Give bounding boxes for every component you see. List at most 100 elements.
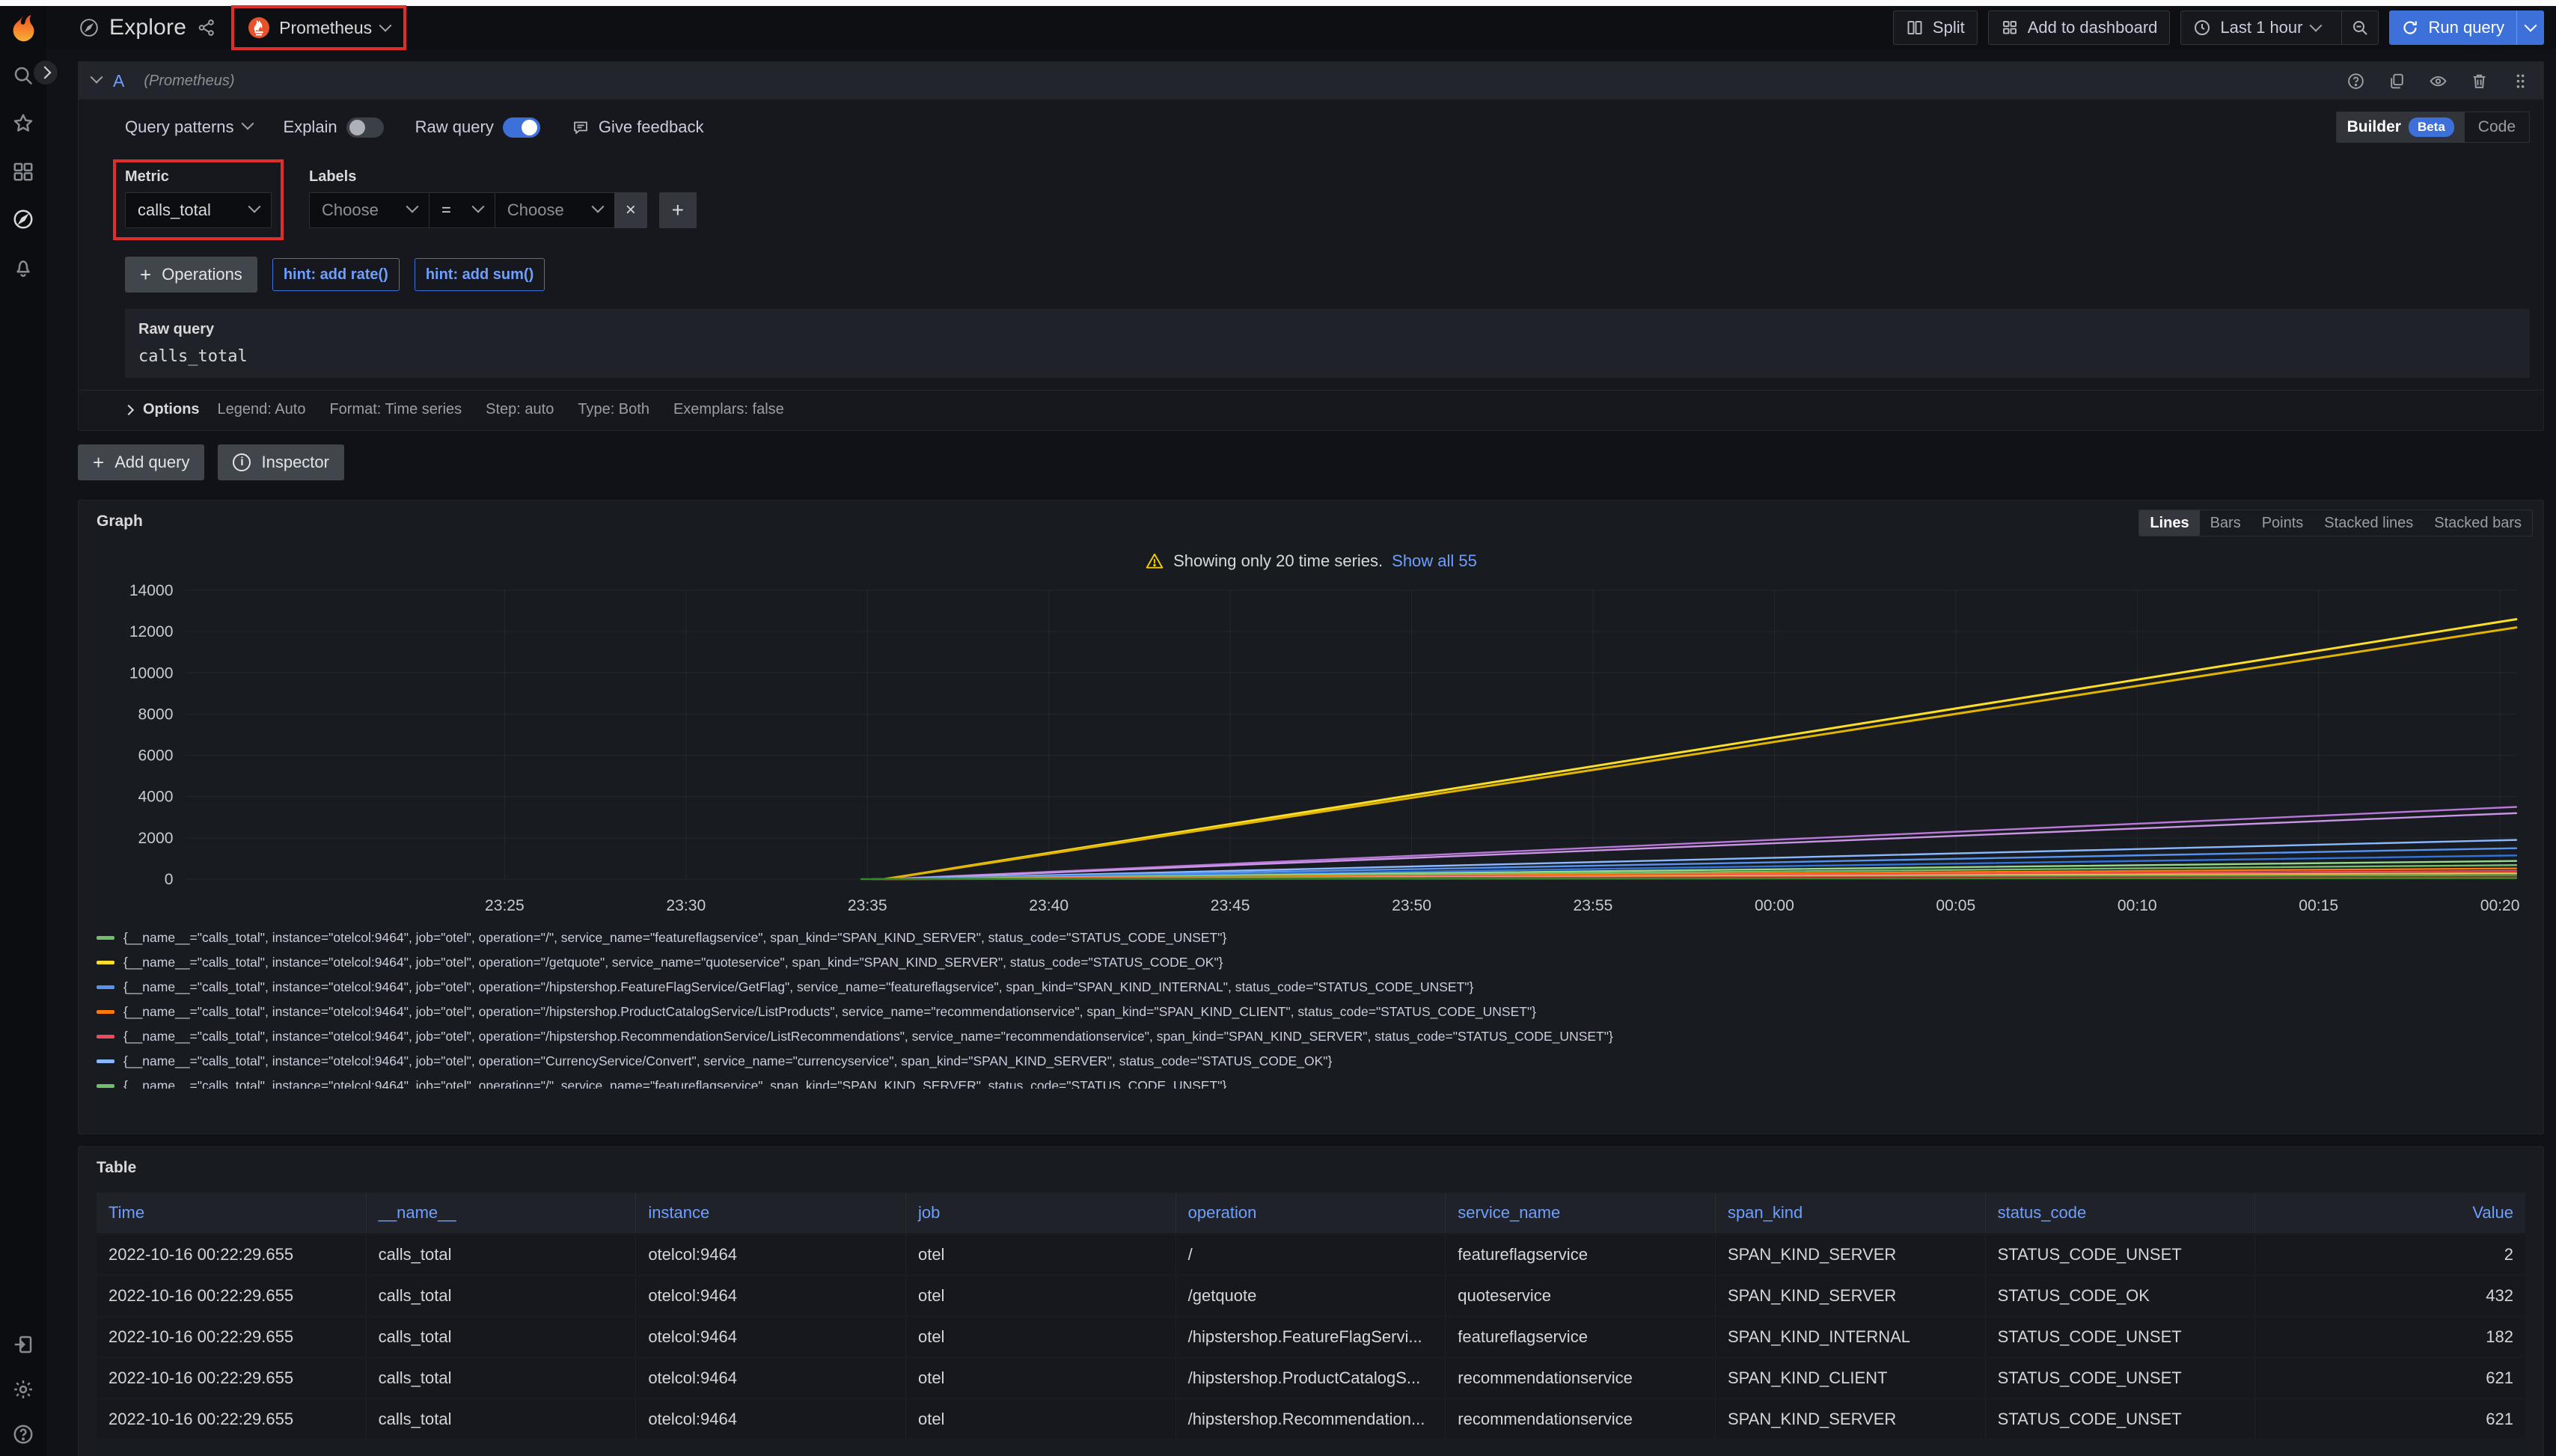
x-axis-tick: 00:00 bbox=[1755, 897, 1794, 914]
legend-item[interactable]: {__name__="calls_total", instance="otelc… bbox=[97, 1024, 2525, 1049]
sign-in-icon[interactable] bbox=[12, 1333, 34, 1356]
table-row: 2022-10-16 00:22:29.655calls_totalotelco… bbox=[97, 1359, 2525, 1398]
add-to-dashboard-button[interactable]: Add to dashboard bbox=[1988, 10, 2171, 45]
duplicate-query-icon[interactable] bbox=[2388, 72, 2406, 91]
metric-label: Metric bbox=[125, 168, 272, 186]
option-type: Type: Both bbox=[578, 401, 649, 418]
run-query-label: Run query bbox=[2428, 18, 2504, 37]
legend-item[interactable]: {__name__="calls_total", instance="otelc… bbox=[97, 926, 2525, 950]
table-header-instance[interactable]: instance bbox=[636, 1193, 906, 1233]
legend-series-label: {__name__="calls_total", instance="otelc… bbox=[123, 979, 1473, 995]
raw-query-toggle[interactable] bbox=[503, 117, 540, 138]
graph-mode-stacked-lines[interactable]: Stacked lines bbox=[2314, 510, 2424, 536]
graph-mode-points[interactable]: Points bbox=[2251, 510, 2314, 536]
share-icon[interactable] bbox=[197, 18, 216, 37]
metric-value: calls_total bbox=[138, 201, 211, 220]
table-header-value[interactable]: Value bbox=[2255, 1193, 2525, 1233]
datasource-picker[interactable]: Prometheus bbox=[242, 13, 396, 42]
legend-item[interactable]: {__name__="calls_total", instance="otelc… bbox=[97, 1049, 2525, 1074]
time-range-picker[interactable]: Last 1 hour bbox=[2181, 11, 2332, 44]
table-cell: 2 bbox=[2255, 1235, 2525, 1274]
table-cell: otel bbox=[906, 1318, 1176, 1356]
query-options-row[interactable]: Options Legend: Auto Format: Time series… bbox=[79, 390, 2543, 430]
table-header-name[interactable]: __name__ bbox=[367, 1193, 637, 1233]
chevron-down-icon bbox=[241, 117, 254, 130]
explore-nav-icon[interactable] bbox=[12, 208, 34, 230]
legend-series-color bbox=[97, 1035, 114, 1039]
legend-item[interactable]: {__name__="calls_total", instance="otelc… bbox=[97, 1000, 2525, 1024]
explore-toolbar: Explore Prometheus Split bbox=[46, 6, 2556, 49]
x-axis-tick: 00:05 bbox=[1936, 897, 1975, 914]
hint-add-sum-button[interactable]: hint: add sum() bbox=[415, 258, 545, 291]
table-header-spankind[interactable]: span_kind bbox=[1716, 1193, 1986, 1233]
table-cell: calls_total bbox=[367, 1400, 637, 1439]
graph-mode-lines[interactable]: Lines bbox=[2139, 510, 2199, 536]
legend-item[interactable]: {__name__="calls_total", instance="otelc… bbox=[97, 950, 2525, 975]
zoom-out-time-button[interactable] bbox=[2341, 11, 2378, 44]
label-value-placeholder: Choose bbox=[507, 201, 564, 220]
explore-compass-icon bbox=[79, 18, 99, 37]
starred-icon[interactable] bbox=[12, 112, 34, 135]
prometheus-icon bbox=[248, 16, 270, 39]
remove-query-trash-icon[interactable] bbox=[2470, 72, 2489, 91]
time-range-group: Last 1 hour bbox=[2180, 10, 2379, 45]
sidebar-expand-button[interactable] bbox=[33, 60, 58, 85]
run-query-dropdown[interactable] bbox=[2516, 10, 2544, 45]
grafana-logo-icon[interactable] bbox=[7, 13, 39, 45]
legend-series-label: {__name__="calls_total", instance="otelc… bbox=[123, 1004, 1536, 1020]
warning-triangle-icon bbox=[1145, 551, 1164, 571]
y-axis-tick: 0 bbox=[165, 871, 174, 888]
legend-series-color bbox=[97, 1059, 114, 1063]
raw-query-value: calls_total bbox=[138, 347, 2516, 366]
time-range-label: Last 1 hour bbox=[2220, 18, 2302, 37]
code-mode-tab[interactable]: Code bbox=[2465, 112, 2529, 142]
table-cell: otel bbox=[906, 1276, 1176, 1315]
collapse-chevron-icon[interactable] bbox=[91, 71, 103, 84]
table-header-job[interactable]: job bbox=[906, 1193, 1176, 1233]
explain-toggle[interactable] bbox=[346, 117, 384, 138]
x-axis-tick: 00:10 bbox=[2118, 897, 2157, 914]
query-row-header[interactable]: A (Prometheus) bbox=[79, 62, 2543, 100]
add-label-filter-button[interactable]: + bbox=[659, 192, 697, 228]
table-row: 2022-10-16 00:22:29.655calls_totalotelco… bbox=[97, 1318, 2525, 1356]
legend-item[interactable]: {__name__="calls_total", instance="otelc… bbox=[97, 975, 2525, 1000]
run-query-button[interactable]: Run query bbox=[2389, 10, 2516, 45]
inspector-label: Inspector bbox=[261, 453, 329, 472]
y-axis-tick: 8000 bbox=[138, 706, 174, 723]
add-query-button[interactable]: + Add query bbox=[78, 444, 204, 480]
help-icon[interactable] bbox=[12, 1423, 34, 1446]
info-circle-icon: i bbox=[233, 453, 251, 471]
hide-response-eye-icon[interactable] bbox=[2429, 72, 2448, 91]
remove-label-filter-button[interactable]: × bbox=[614, 192, 647, 228]
time-series-chart[interactable]: 0200040006000800010000120001400023:2523:… bbox=[97, 581, 2525, 920]
search-icon[interactable] bbox=[12, 64, 34, 87]
drag-handle-icon[interactable] bbox=[2511, 72, 2530, 91]
table-header-statuscode[interactable]: status_code bbox=[1986, 1193, 2256, 1233]
x-axis-tick: 23:35 bbox=[848, 897, 887, 914]
operations-button[interactable]: + Operations bbox=[125, 257, 257, 293]
table-header-time[interactable]: Time bbox=[97, 1193, 367, 1233]
give-feedback-link[interactable]: Give feedback bbox=[572, 117, 704, 137]
builder-mode-tab[interactable]: Builder Beta bbox=[2337, 112, 2465, 142]
table-cell: SPAN_KIND_SERVER bbox=[1716, 1235, 1986, 1274]
dashboards-icon[interactable] bbox=[12, 160, 34, 183]
inspector-button[interactable]: i Inspector bbox=[218, 444, 344, 480]
graph-mode-bars[interactable]: Bars bbox=[2200, 510, 2251, 536]
label-operator-select[interactable]: = bbox=[429, 192, 495, 228]
metric-select[interactable]: calls_total bbox=[125, 192, 272, 228]
show-all-series-link[interactable]: Show all 55 bbox=[1392, 551, 1477, 571]
graph-mode-stacked-bars[interactable]: Stacked bars bbox=[2424, 510, 2532, 536]
table-header-servicename[interactable]: service_name bbox=[1446, 1193, 1716, 1233]
label-key-select[interactable]: Choose bbox=[309, 192, 429, 228]
query-patterns-dropdown[interactable]: Query patterns bbox=[125, 117, 252, 137]
hint-add-rate-button[interactable]: hint: add rate() bbox=[272, 258, 400, 291]
table-cell: SPAN_KIND_INTERNAL bbox=[1716, 1318, 1986, 1356]
alerting-bell-icon[interactable] bbox=[12, 256, 34, 278]
legend-item-clipped[interactable]: {__name__="calls_total", instance="otelc… bbox=[97, 1074, 2525, 1089]
table-header-operation[interactable]: operation bbox=[1176, 1193, 1446, 1233]
settings-gear-icon[interactable] bbox=[12, 1378, 34, 1401]
split-button[interactable]: Split bbox=[1893, 10, 1978, 45]
query-help-icon[interactable] bbox=[2346, 72, 2365, 91]
label-value-select[interactable]: Choose bbox=[495, 192, 614, 228]
series-line-amber-second bbox=[884, 628, 2516, 879]
